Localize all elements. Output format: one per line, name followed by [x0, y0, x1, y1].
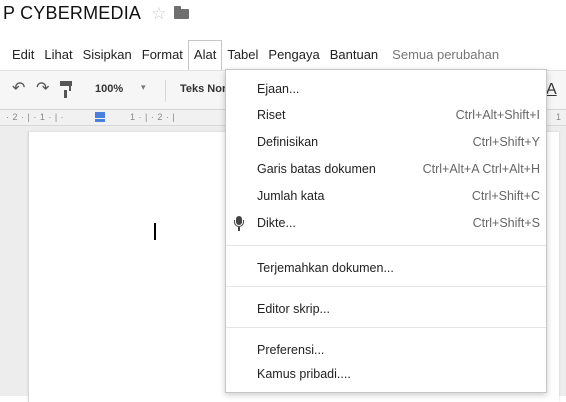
indent-marker-lower[interactable]: [95, 119, 105, 122]
menu-item-label: Jumlah kata: [257, 189, 325, 203]
menu-item-terjemahkan[interactable]: Terjemahkan dokumen...: [226, 258, 546, 278]
menu-lihat[interactable]: Lihat: [39, 40, 77, 69]
menu-format[interactable]: Format: [137, 40, 188, 69]
menu-divider: [226, 327, 546, 328]
chevron-down-icon[interactable]: ▾: [141, 82, 146, 93]
menu-item-label: Garis batas dokumen: [257, 162, 376, 176]
menu-edit[interactable]: Edit: [0, 40, 39, 69]
title-row: P CYBERMEDIA ☆: [0, 0, 190, 26]
microphone-icon: [234, 216, 244, 232]
menu-item-label: Preferensi...: [257, 343, 325, 357]
text-cursor: [154, 223, 156, 240]
menu-sisipkan[interactable]: Sisipkan: [78, 40, 137, 69]
undo-icon[interactable]: ↶: [12, 79, 25, 99]
menu-item-ejaan[interactable]: Ejaan...: [226, 79, 546, 99]
menu-pengaya[interactable]: Pengaya: [263, 40, 324, 69]
text-color-button[interactable]: A: [546, 81, 557, 99]
menu-item-shortcut: Ctrl+Alt+Shift+I: [455, 108, 540, 122]
menu-item-label: Kamus pribadi....: [257, 367, 351, 381]
ruler-ticks-mid: 1 · | · 2 · |: [130, 112, 176, 122]
menu-tabel[interactable]: Tabel: [222, 40, 263, 69]
menu-item-kamus-pribadi[interactable]: Kamus pribadi....: [226, 364, 546, 384]
menu-item-dikte[interactable]: Dikte... Ctrl+Shift+S: [226, 213, 546, 233]
menu-item-label: Dikte...: [257, 216, 296, 230]
paragraph-style-select[interactable]: Teks Nor: [180, 83, 226, 95]
redo-icon[interactable]: ↷: [36, 79, 49, 99]
menu-item-riset[interactable]: Riset Ctrl+Alt+Shift+I: [226, 105, 546, 125]
menu-item-garis-batas[interactable]: Garis batas dokumen Ctrl+Alt+A Ctrl+Alt+…: [226, 159, 546, 179]
indent-marker[interactable]: [95, 112, 105, 118]
ruler-ticks: · 2 · | · 1 · | ·: [6, 112, 65, 122]
zoom-select[interactable]: 100%: [95, 83, 123, 95]
menu-item-label: Definisikan: [257, 135, 319, 149]
menu-item-preferensi[interactable]: Preferensi...: [226, 340, 546, 360]
menu-item-label: Ejaan...: [257, 82, 300, 96]
menu-item-jumlah-kata[interactable]: Jumlah kata Ctrl+Shift+C: [226, 186, 546, 206]
menu-item-shortcut: Ctrl+Alt+A Ctrl+Alt+H: [422, 162, 540, 176]
menu-divider: [226, 245, 546, 246]
paint-format-icon[interactable]: [60, 81, 72, 99]
toolbar-divider: [165, 80, 166, 102]
star-icon[interactable]: ☆: [151, 5, 166, 22]
menu-bantuan[interactable]: Bantuan: [325, 40, 383, 69]
menu-item-editor-skrip[interactable]: Editor skrip...: [226, 299, 546, 319]
menu-alat[interactable]: Alat: [187, 39, 223, 70]
menu-item-label: Editor skrip...: [257, 302, 330, 316]
menu-item-shortcut: Ctrl+Shift+Y: [472, 135, 540, 149]
folder-icon[interactable]: [174, 6, 190, 19]
menu-item-shortcut: Ctrl+Shift+C: [471, 189, 540, 203]
ruler-ticks-right: 1: [556, 112, 562, 122]
menu-item-label: Riset: [257, 108, 286, 122]
menu-item-shortcut: Ctrl+Shift+S: [472, 216, 540, 230]
document-title[interactable]: P CYBERMEDIA: [3, 3, 141, 24]
menu-item-definisikan[interactable]: Definisikan Ctrl+Shift+Y: [226, 132, 546, 152]
tools-dropdown-menu: Ejaan... Riset Ctrl+Alt+Shift+I Definisi…: [225, 69, 547, 393]
menu-divider: [226, 286, 546, 287]
menu-item-label: Terjemahkan dokumen...: [257, 261, 394, 275]
save-status-link[interactable]: Semua perubahan: [383, 40, 504, 69]
menu-bar: Edit Lihat Sisipkan Format Alat Tabel Pe…: [0, 39, 504, 70]
